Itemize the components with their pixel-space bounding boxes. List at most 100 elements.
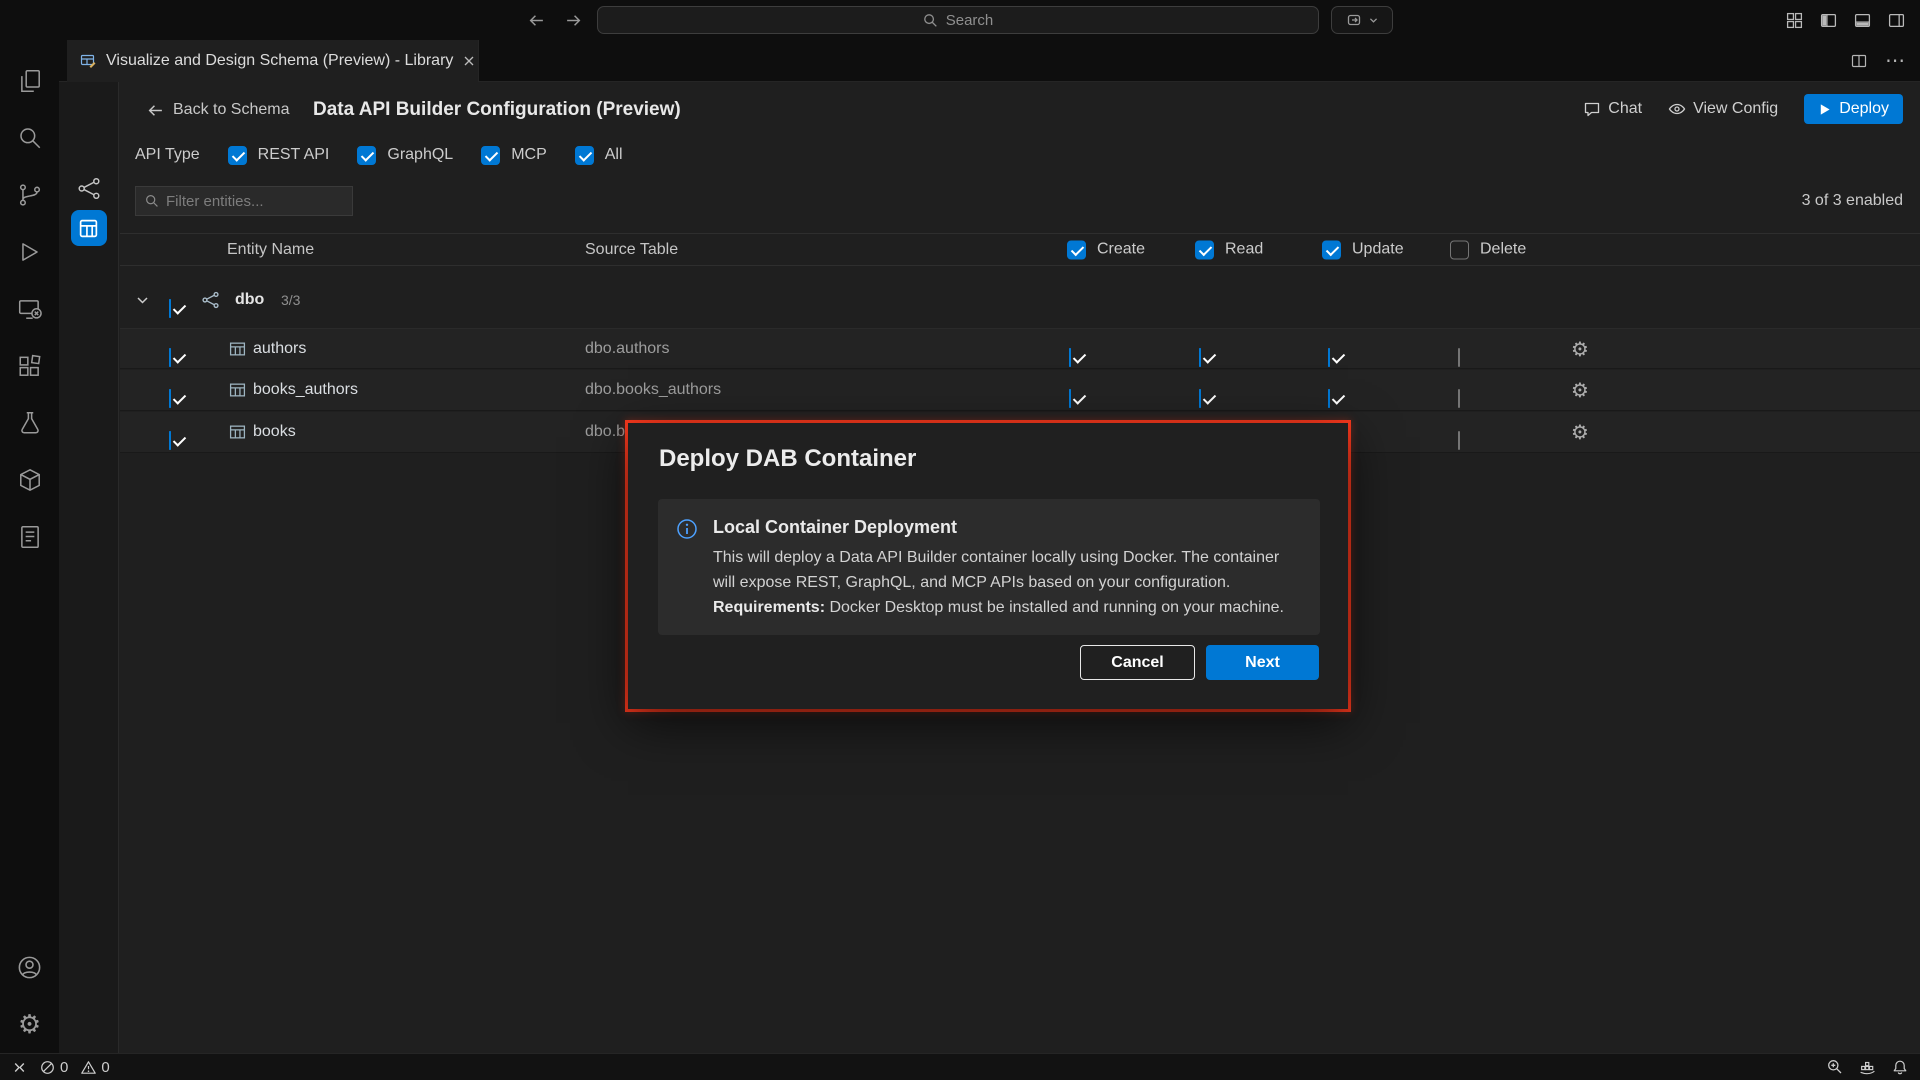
back-label: Back to Schema [173, 101, 290, 119]
errors-status[interactable]: 0 [40, 1059, 68, 1076]
api-option-rest[interactable]: REST API [228, 146, 330, 165]
row-select-checkbox[interactable] [169, 431, 171, 450]
database-projects-icon[interactable] [1, 52, 59, 109]
update-all-checkbox[interactable] [1322, 240, 1341, 259]
customize-layout-icon[interactable] [1786, 12, 1803, 29]
table-icon [229, 340, 246, 357]
dab-config-view-icon[interactable] [71, 210, 107, 246]
row-settings-gear-icon[interactable]: ⚙ [1571, 339, 1589, 359]
error-icon [40, 1060, 55, 1075]
table-row-books-authors[interactable]: books_authors dbo.books_authors ⚙ [120, 370, 1920, 411]
zoom-icon[interactable] [1827, 1059, 1843, 1075]
forward-history-icon[interactable] [565, 12, 582, 29]
chat-button[interactable]: Chat [1583, 100, 1642, 118]
docker-icon[interactable] [1859, 1059, 1876, 1076]
close-tab-icon[interactable] [462, 54, 476, 68]
api-option-all[interactable]: All [575, 146, 623, 165]
api-option-graphql[interactable]: GraphQL [357, 146, 453, 165]
graphql-checkbox[interactable] [357, 146, 376, 165]
view-config-button[interactable]: View Config [1668, 100, 1778, 118]
create-checkbox[interactable] [1069, 348, 1071, 367]
read-all-checkbox[interactable] [1195, 240, 1214, 259]
filter-entities-box[interactable] [135, 186, 353, 216]
more-actions-icon[interactable]: ⋯ [1885, 56, 1906, 66]
api-type-label: API Type [135, 146, 200, 164]
tab-visualize-design-schema[interactable]: Visualize and Design Schema (Preview) - … [67, 40, 479, 82]
cancel-button[interactable]: Cancel [1080, 645, 1195, 680]
chevron-down-icon [1368, 15, 1379, 26]
toggle-secondary-sidebar-icon[interactable] [1888, 12, 1905, 29]
delete-checkbox[interactable] [1458, 389, 1460, 408]
collapse-chevron-icon[interactable] [134, 292, 151, 309]
disconnected-server-icon[interactable] [1, 280, 59, 337]
run-and-debug-icon[interactable] [1, 223, 59, 280]
table-row-authors[interactable]: authors dbo.authors ⚙ [120, 328, 1920, 369]
table-icon [229, 424, 246, 441]
search-icon[interactable] [1, 109, 59, 166]
notifications-bell-icon[interactable] [1892, 1059, 1908, 1075]
deploy-button[interactable]: Deploy [1804, 94, 1903, 124]
view-rail [59, 82, 119, 1053]
page-title: Data API Builder Configuration (Preview) [313, 99, 681, 121]
chat-icon [1583, 100, 1601, 118]
table-icon [229, 382, 246, 399]
read-checkbox[interactable] [1199, 348, 1201, 367]
schema-designer-view-icon[interactable] [76, 176, 101, 201]
eye-icon [1668, 100, 1686, 118]
row-settings-gear-icon[interactable]: ⚙ [1571, 422, 1589, 442]
accounts-icon[interactable] [1, 939, 59, 996]
create-col-label: Create [1097, 241, 1145, 259]
remote-indicator-icon[interactable] [12, 1060, 27, 1075]
update-checkbox[interactable] [1328, 389, 1330, 408]
schema-group-row[interactable]: dbo 3/3 [120, 279, 1920, 321]
chat-label: Chat [1608, 100, 1642, 118]
view-config-label: View Config [1693, 100, 1778, 118]
delete-checkbox[interactable] [1458, 348, 1460, 367]
row-settings-gear-icon[interactable]: ⚙ [1571, 380, 1589, 400]
warning-count: 0 [101, 1059, 109, 1076]
warning-icon [81, 1060, 96, 1075]
all-checkbox[interactable] [575, 146, 594, 165]
status-bar: 0 0 [0, 1053, 1920, 1080]
toggle-panel-icon[interactable] [1854, 12, 1871, 29]
titlebar-run-widget[interactable] [1331, 6, 1393, 34]
settings-gear-icon[interactable]: ⚙ [1, 996, 59, 1053]
command-center-search[interactable]: Search [597, 6, 1319, 34]
group-count: 3/3 [281, 292, 300, 308]
warnings-status[interactable]: 0 [81, 1059, 109, 1076]
next-button[interactable]: Next [1206, 645, 1319, 680]
source-table: dbo.books_authors [585, 381, 721, 399]
annotation-highlight-box: Deploy DAB Container Local Container Dep… [625, 420, 1351, 712]
dialog-title: Deploy DAB Container [659, 445, 916, 473]
filter-entities-input[interactable] [166, 193, 343, 210]
notebook-file-icon[interactable] [1, 508, 59, 565]
toggle-primary-sidebar-icon[interactable] [1820, 12, 1837, 29]
back-to-schema-link[interactable]: Back to Schema [147, 96, 290, 124]
package-cube-icon[interactable] [1, 451, 59, 508]
delete-all-checkbox[interactable] [1450, 240, 1469, 259]
mcp-checkbox[interactable] [481, 146, 500, 165]
col-entity-name: Entity Name [227, 241, 314, 259]
read-checkbox[interactable] [1199, 389, 1201, 408]
info-icon [676, 518, 698, 540]
delete-checkbox[interactable] [1458, 431, 1460, 450]
update-checkbox[interactable] [1328, 348, 1330, 367]
perm-col-create: Create [1067, 240, 1145, 259]
back-history-icon[interactable] [528, 12, 545, 29]
rest-api-label: REST API [258, 146, 330, 164]
group-select-checkbox[interactable] [169, 299, 171, 318]
source-control-icon[interactable] [1, 166, 59, 223]
create-checkbox[interactable] [1069, 389, 1071, 408]
entity-name: books_authors [253, 381, 358, 399]
create-all-checkbox[interactable] [1067, 240, 1086, 259]
api-option-mcp[interactable]: MCP [481, 146, 547, 165]
row-select-checkbox[interactable] [169, 389, 171, 408]
activity-bar: ⚙ [0, 40, 59, 1053]
read-col-label: Read [1225, 241, 1263, 259]
split-editor-icon[interactable] [1851, 53, 1867, 69]
row-select-checkbox[interactable] [169, 348, 171, 367]
rest-api-checkbox[interactable] [228, 146, 247, 165]
extensions-icon[interactable] [1, 337, 59, 394]
test-beaker-icon[interactable] [1, 394, 59, 451]
schema-designer-tab-icon [79, 52, 97, 70]
